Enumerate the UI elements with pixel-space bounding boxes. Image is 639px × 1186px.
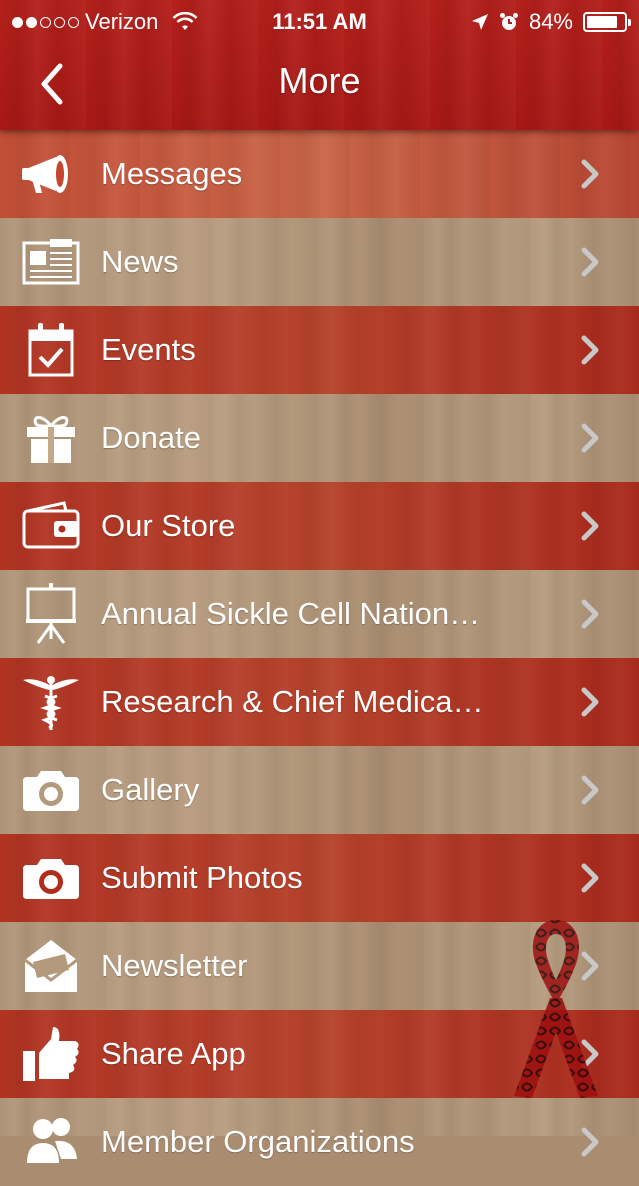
menu-item-research[interactable]: Research & Chief Medica… — [0, 658, 639, 746]
menu-item-label: Newsletter — [101, 948, 248, 983]
menu-item-label: Events — [101, 332, 196, 367]
alarm-clock-icon — [499, 13, 518, 30]
wallet-icon — [20, 496, 82, 556]
people-icon — [20, 1112, 82, 1172]
menu-item-donate[interactable]: Donate — [0, 394, 639, 482]
battery-icon — [583, 12, 631, 32]
chevron-right-icon — [581, 863, 599, 893]
thumbs-up-icon — [20, 1024, 82, 1084]
menu-item-events[interactable]: Events — [0, 306, 639, 394]
chevron-right-icon — [581, 1127, 599, 1157]
menu-item-submit-photos[interactable]: Submit Photos — [0, 834, 639, 922]
menu-item-label: Member Organizations — [101, 1124, 415, 1159]
chevron-right-icon — [581, 159, 599, 189]
menu-item-our-store[interactable]: Our Store — [0, 482, 639, 570]
battery-fill — [587, 16, 618, 28]
chevron-right-icon — [581, 511, 599, 541]
menu-item-label: Our Store — [101, 508, 236, 543]
menu-item-member-organizations[interactable]: Member Organizations — [0, 1098, 639, 1186]
menu-item-gallery[interactable]: Gallery — [0, 746, 639, 834]
chevron-right-icon — [581, 687, 599, 717]
open-envelope-icon — [20, 936, 82, 996]
menu-item-annual-conference[interactable]: Annual Sickle Cell Nation… — [0, 570, 639, 658]
caduceus-icon — [20, 672, 82, 732]
chevron-right-icon — [581, 775, 599, 805]
chevron-right-icon — [581, 423, 599, 453]
presentation-easel-icon — [20, 583, 82, 644]
chevron-right-icon — [581, 599, 599, 629]
menu-item-label: News — [101, 244, 179, 279]
chevron-right-icon — [581, 247, 599, 277]
battery-percent: 84% — [528, 9, 573, 34]
menu-item-label: Gallery — [101, 772, 200, 807]
menu-item-messages[interactable]: Messages — [0, 130, 639, 218]
menu-item-label: Messages — [101, 156, 243, 191]
camera-icon — [20, 848, 82, 908]
newspaper-icon — [20, 232, 82, 292]
status-right-group: 84% — [471, 9, 631, 35]
menu-item-label: Share App — [101, 1036, 246, 1071]
menu-item-label: Submit Photos — [101, 860, 303, 895]
megaphone-icon — [20, 144, 82, 204]
calendar-check-icon — [20, 320, 82, 380]
menu-item-label: Annual Sickle Cell Nation… — [101, 596, 481, 631]
navigation-bar: More — [0, 42, 639, 130]
menu-item-label: Donate — [101, 420, 201, 455]
page-title: More — [278, 60, 361, 101]
gift-icon — [20, 408, 82, 468]
camera-icon — [20, 760, 82, 820]
status-bar: Verizon 11:51 AM 84% — [0, 0, 639, 42]
location-arrow-icon — [471, 14, 488, 30]
awareness-ribbon-icon — [514, 920, 598, 1098]
menu-item-label: Research & Chief Medica… — [101, 684, 484, 719]
chevron-right-icon — [581, 335, 599, 365]
menu-item-news[interactable]: News — [0, 218, 639, 306]
